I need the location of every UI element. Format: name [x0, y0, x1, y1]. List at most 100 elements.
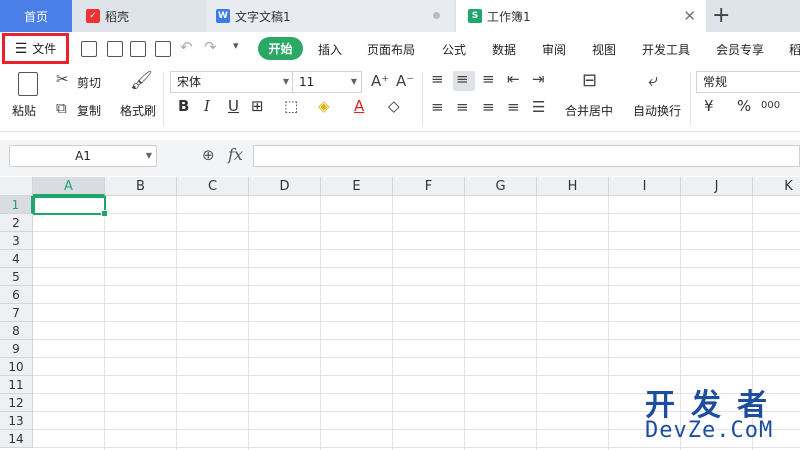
- undo-icon[interactable]: ↶: [180, 38, 193, 56]
- font-size-select[interactable]: 11 ▼: [292, 71, 362, 93]
- file-menu-button[interactable]: ☰ 文件: [2, 33, 69, 64]
- borders-icon[interactable]: ⊞: [251, 97, 264, 115]
- column-header-j[interactable]: J: [681, 177, 753, 196]
- row-header-13[interactable]: 13: [0, 412, 33, 430]
- column-header-b[interactable]: B: [105, 177, 177, 196]
- menu-daoke[interactable]: 稻: [789, 41, 800, 58]
- select-all-corner[interactable]: [0, 177, 33, 196]
- file-menu-label: 文件: [32, 42, 57, 56]
- fill-color-icon[interactable]: ◈: [318, 97, 330, 115]
- align-right-icon[interactable]: ≡: [482, 98, 495, 116]
- column-header-d[interactable]: D: [249, 177, 321, 196]
- italic-icon[interactable]: I: [204, 97, 210, 115]
- daoke-icon: ✓: [86, 9, 100, 23]
- menu-formulas[interactable]: 公式: [442, 41, 466, 58]
- row-header-4[interactable]: 4: [0, 250, 33, 268]
- align-middle-icon[interactable]: ≡: [456, 70, 469, 88]
- chevron-down-icon: ▼: [282, 77, 289, 86]
- menu-developer[interactable]: 开发工具: [642, 41, 690, 58]
- name-box[interactable]: A1 ▼: [9, 145, 157, 167]
- ribbon-divider: [422, 72, 423, 126]
- row-header-2[interactable]: 2: [0, 214, 33, 232]
- quick-access-more-icon[interactable]: ▾: [233, 39, 239, 52]
- menu-data[interactable]: 数据: [492, 41, 516, 58]
- paste-icon[interactable]: [18, 72, 38, 96]
- decrease-font-icon[interactable]: A⁻: [396, 72, 414, 90]
- thousands-format-button[interactable]: 000: [761, 100, 780, 111]
- row-header-8[interactable]: 8: [0, 322, 33, 340]
- font-color-icon[interactable]: A: [354, 97, 364, 115]
- column-header-c[interactable]: C: [177, 177, 249, 196]
- row-header-10[interactable]: 10: [0, 358, 33, 376]
- row-header-12[interactable]: 12: [0, 394, 33, 412]
- row-header-5[interactable]: 5: [0, 268, 33, 286]
- menu-page-layout[interactable]: 页面布局: [367, 41, 415, 58]
- paste-button[interactable]: 粘贴: [12, 102, 36, 119]
- row-header-3[interactable]: 3: [0, 232, 33, 250]
- tab-bar: 首页 ✓ 稻壳 W 文字文稿1 S 工作簿1 ✕ +: [0, 0, 800, 32]
- column-header-k[interactable]: K: [753, 177, 800, 196]
- copy-button[interactable]: 复制: [77, 102, 101, 119]
- align-bottom-icon[interactable]: ≡: [482, 70, 495, 88]
- increase-font-icon[interactable]: A⁺: [371, 72, 389, 90]
- column-header-h[interactable]: H: [537, 177, 609, 196]
- menu-view[interactable]: 视图: [592, 41, 616, 58]
- percent-format-button[interactable]: %: [737, 97, 751, 115]
- menu-membership[interactable]: 会员专享: [716, 41, 764, 58]
- bold-icon[interactable]: B: [178, 97, 189, 115]
- row-header-7[interactable]: 7: [0, 304, 33, 322]
- clear-format-icon[interactable]: ◇: [388, 97, 400, 115]
- column-header-f[interactable]: F: [393, 177, 465, 196]
- close-tab-icon[interactable]: ✕: [683, 7, 696, 25]
- wrap-text-button[interactable]: 自动换行: [633, 102, 681, 119]
- increase-indent-icon[interactable]: ⇥: [532, 70, 545, 88]
- save-icon[interactable]: [81, 41, 97, 57]
- export-pdf-icon[interactable]: [107, 41, 123, 57]
- format-painter-button[interactable]: 格式刷: [120, 102, 156, 119]
- menu-review[interactable]: 审阅: [542, 41, 566, 58]
- zoom-icon[interactable]: ⊕: [202, 146, 215, 164]
- row-header-1[interactable]: 1: [0, 196, 33, 214]
- justify-icon[interactable]: ≡: [507, 98, 520, 116]
- column-header-e[interactable]: E: [321, 177, 393, 196]
- column-header-i[interactable]: I: [609, 177, 681, 196]
- merge-center-button[interactable]: 合并居中: [565, 102, 613, 119]
- align-center-icon[interactable]: ≡: [456, 98, 469, 116]
- tab-home[interactable]: 首页: [0, 0, 72, 32]
- active-cell[interactable]: [33, 196, 108, 217]
- new-tab-icon[interactable]: +: [712, 3, 730, 28]
- decrease-indent-icon[interactable]: ⇤: [507, 70, 520, 88]
- insert-function-button[interactable]: fx: [228, 145, 243, 164]
- cell-style-icon[interactable]: ⬚: [284, 97, 298, 115]
- currency-format-button[interactable]: ¥: [704, 97, 714, 115]
- align-left-icon[interactable]: ≡: [431, 98, 444, 116]
- row-header-14[interactable]: 14: [0, 430, 33, 448]
- column-header-a[interactable]: A: [33, 177, 105, 196]
- row-header-11[interactable]: 11: [0, 376, 33, 394]
- print-preview-icon[interactable]: [155, 41, 171, 57]
- chevron-down-icon: ▼: [350, 77, 357, 86]
- underline-icon[interactable]: U: [228, 97, 239, 115]
- format-painter-icon[interactable]: 🖌: [130, 70, 153, 91]
- font-family-select[interactable]: 宋体 ▼: [170, 71, 294, 93]
- distributed-icon[interactable]: ☰: [532, 98, 545, 116]
- redo-icon[interactable]: ↷: [204, 38, 217, 56]
- tab-daoke[interactable]: ✓ 稻壳: [74, 0, 204, 32]
- row-header-9[interactable]: 9: [0, 340, 33, 358]
- copy-icon[interactable]: ⧉: [56, 99, 67, 117]
- row-header-6[interactable]: 6: [0, 286, 33, 304]
- tab-workbook[interactable]: S 工作簿1 ✕: [456, 0, 706, 32]
- menu-insert[interactable]: 插入: [318, 41, 342, 58]
- formula-input[interactable]: [253, 145, 800, 167]
- column-header-g[interactable]: G: [465, 177, 537, 196]
- menu-home-tab[interactable]: 开始: [258, 37, 303, 60]
- hamburger-icon: ☰: [14, 40, 28, 57]
- print-icon[interactable]: [130, 41, 146, 57]
- tab-document[interactable]: W 文字文稿1: [206, 0, 454, 32]
- wrap-text-icon[interactable]: ⤶: [648, 70, 658, 91]
- scissors-icon[interactable]: ✂: [56, 70, 69, 88]
- number-format-select[interactable]: 常规: [696, 71, 800, 93]
- merge-center-icon[interactable]: ⊟: [582, 70, 597, 91]
- align-top-icon[interactable]: ≡: [431, 70, 444, 88]
- cut-button[interactable]: 剪切: [77, 74, 101, 91]
